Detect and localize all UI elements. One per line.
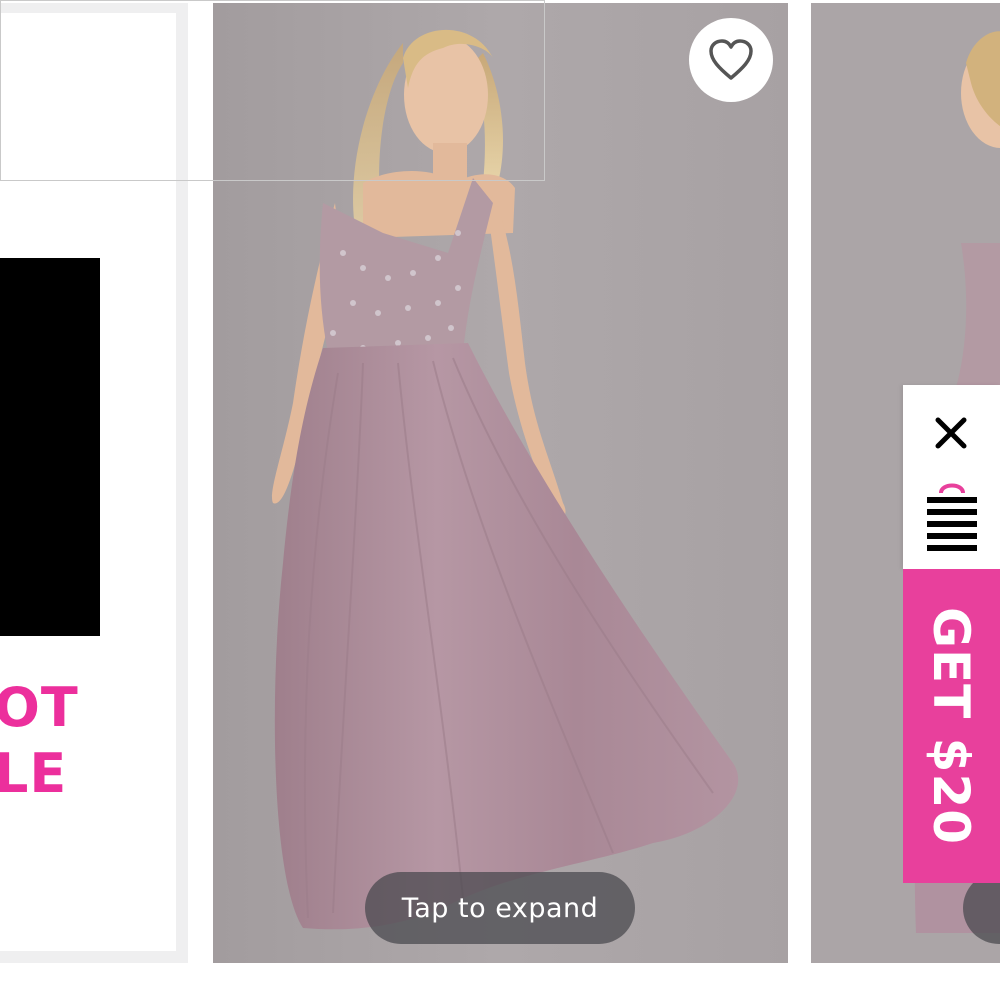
product-listing-viewport: OT LE Tap to expand GET $20 <box>0 0 1000 1000</box>
promo-widget[interactable]: GET $20 <box>903 385 1000 883</box>
promo-headline-line2: LE <box>0 742 68 805</box>
favorite-button[interactable] <box>689 18 773 102</box>
promo-image-block <box>0 258 100 636</box>
tap-to-expand-button[interactable]: Tap to expand <box>365 872 635 944</box>
close-icon[interactable] <box>929 411 973 455</box>
promo-headline: OT LE <box>0 675 79 807</box>
product-photo[interactable] <box>213 3 788 963</box>
promo-headline-line1: OT <box>0 676 79 739</box>
promo-widget-header <box>903 385 1000 569</box>
promo-tile[interactable]: OT LE <box>0 3 188 963</box>
shopping-bag-icon <box>927 483 977 551</box>
get-20-label: GET $20 <box>922 606 980 846</box>
product-card[interactable]: Tap to expand <box>213 3 788 963</box>
promo-tile-inner: OT LE <box>0 13 176 951</box>
tap-to-expand-label: Tap to expand <box>401 892 599 924</box>
heart-outline-icon <box>709 39 753 80</box>
get-20-button[interactable]: GET $20 <box>903 569 1000 883</box>
